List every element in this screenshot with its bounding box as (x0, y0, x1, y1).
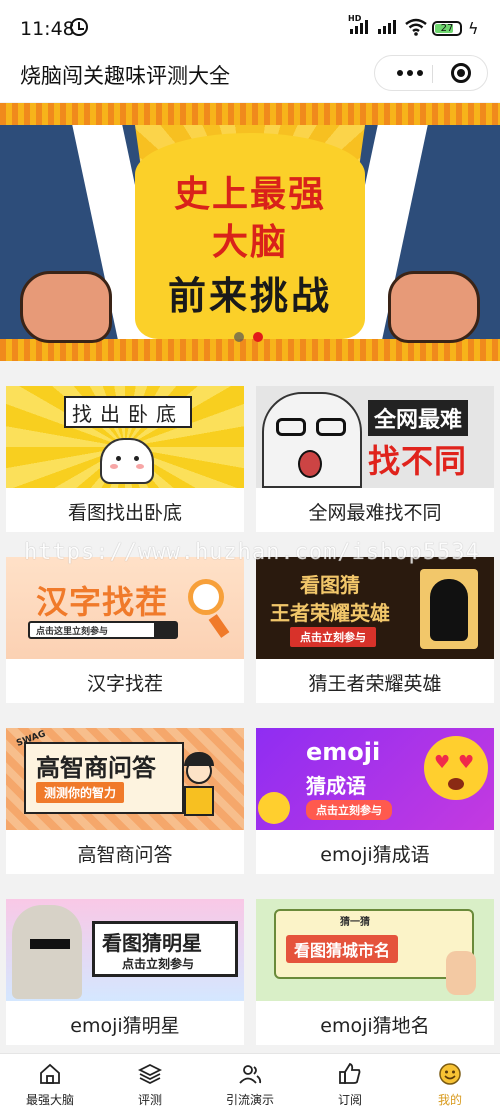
card-image: emoji 猜成语 点击立刻参与 ♥ ♥ (256, 728, 494, 830)
card-image-title-2: 猜成语 (306, 774, 366, 798)
pointing-kid-icon (180, 748, 232, 820)
tab-strongest-brain[interactable]: 最强大脑 (0, 1054, 100, 1111)
users-icon (239, 1065, 262, 1084)
heart-eyes-emoji-icon: ♥ ♥ (424, 736, 488, 800)
thumbs-up-icon (339, 1062, 361, 1084)
quiz-card-emoji-idiom[interactable]: emoji 猜成语 点击立刻参与 ♥ ♥ emoji猜成语 (256, 728, 494, 874)
magnifier-icon (188, 579, 224, 615)
card-image-cta: 点击立刻参与 (290, 627, 376, 647)
tab-label: 订阅 (337, 1093, 362, 1107)
quiz-card-emoji-star[interactable]: 看图猜明星 点击立刻参与 emoji猜明星 (6, 899, 244, 1045)
card-image: 全网最难 找不同 (256, 386, 494, 488)
card-label: 看图找出卧底 (67, 502, 182, 524)
surprised-emoji-icon (258, 792, 290, 824)
watermark: https://www.huzhan.com/ishop5534 (24, 540, 480, 565)
capsule-divider (432, 65, 433, 83)
app-screen: 11:48 HD 27 ϟ 烧脑闯关趣味评测大全 史上最强 大脑 前来挑战 找出… (0, 0, 500, 1111)
tab-label: 引流演示 (225, 1093, 274, 1107)
banner-headline-3: 前来挑战 (167, 274, 332, 318)
quiz-card-honor-of-kings[interactable]: 看图猜 王者荣耀英雄 点击立刻参与 猜王者荣耀英雄 (256, 557, 494, 703)
banner-top-strip (0, 103, 500, 125)
card-image-title-1: emoji (306, 738, 381, 766)
card-image-title-2: 王者荣耀英雄 (270, 601, 390, 625)
nav-bar: 烧脑闯关趣味评测大全 (0, 50, 500, 102)
tab-subscribe[interactable]: 订阅 (300, 1054, 400, 1111)
tab-evaluation[interactable]: 评测 (100, 1054, 200, 1111)
quiz-card-find-spy[interactable]: 找出卧底 看图找出卧底 (6, 386, 244, 532)
magnifier-handle (208, 614, 230, 638)
card-label: 猜王者荣耀英雄 (308, 673, 442, 695)
card-label: 高智商问答 (77, 844, 173, 866)
card-image-top: 猜一猜 (340, 917, 370, 928)
card-image-searchbox: 点击这里立刻参与 (28, 621, 178, 639)
tab-mine[interactable]: 我的 (400, 1054, 500, 1111)
more-options-icon[interactable] (389, 56, 431, 90)
carousel-indicator (234, 332, 263, 342)
card-image-title: 找出卧底 (64, 396, 195, 428)
card-label: 全网最难找不同 (308, 502, 442, 524)
tab-label: 评测 (137, 1093, 162, 1107)
card-image-cta: 点击立刻参与 (306, 800, 392, 820)
card-label: emoji猜地名 (320, 1015, 430, 1037)
wifi-icon (405, 18, 427, 36)
card-image-title: 看图猜城市名 (286, 935, 399, 963)
banner-carousel[interactable]: 史上最强 大脑 前来挑战 (0, 103, 500, 361)
card-image-title-1: 看图猜 (300, 573, 360, 597)
card-image-subtitle: 测测你的智力 (36, 782, 125, 803)
hand-icon (446, 951, 476, 995)
card-image: 高智商问答 测测你的智力 SWAG (6, 728, 244, 830)
status-bar: 11:48 HD 27 ϟ (0, 0, 500, 50)
battery-icon: 27 (432, 21, 462, 36)
banner-headline-2: 大脑 (211, 222, 288, 263)
charging-icon: ϟ (468, 19, 479, 38)
tab-label: 我的 (437, 1093, 462, 1107)
card-image-cta: 点击立刻参与 (122, 957, 195, 971)
card-image-title: 汉字找茬 (36, 583, 169, 621)
smiley-icon (439, 1063, 461, 1085)
tab-bar: 最强大脑 评测 引流演示 订阅 我的 (0, 1053, 500, 1111)
status-time: 11:48 (20, 18, 75, 40)
tab-traffic-demo[interactable]: 引流演示 (200, 1054, 300, 1111)
card-image-title-1: 全网最难 (368, 400, 469, 436)
page-title: 烧脑闯关趣味评测大全 (20, 64, 230, 88)
carousel-dot-2[interactable] (253, 332, 263, 342)
quiz-card-emoji-place[interactable]: 猜一猜 看图猜城市名 emoji猜地名 (256, 899, 494, 1045)
signal-icon (350, 20, 368, 34)
card-label: emoji猜成语 (320, 844, 430, 866)
hero-silhouette-icon (420, 569, 478, 649)
signal-icon-2 (378, 20, 396, 34)
statue-head-icon (12, 905, 82, 999)
card-label: 汉字找茬 (86, 673, 163, 695)
banner-headline-1: 史上最强 (173, 174, 326, 215)
card-image-title-2: 找不同 (368, 442, 468, 480)
quiz-card-iq-quiz[interactable]: 高智商问答 测测你的智力 SWAG 高智商问答 (6, 728, 244, 874)
quiz-card-hanzi-spot[interactable]: 汉字找茬 点击这里立刻参与 汉字找茬 (6, 557, 244, 703)
home-icon (40, 1063, 60, 1084)
card-image-title: 看图猜明星 (102, 931, 202, 955)
ghost-mascot-icon (100, 438, 154, 484)
shouting-man-icon (262, 392, 362, 488)
card-image: 猜一猜 看图猜城市名 (256, 899, 494, 1001)
card-label: emoji猜明星 (70, 1015, 180, 1037)
card-image: 看图猜 王者荣耀英雄 点击立刻参与 (256, 557, 494, 659)
alarm-icon (70, 18, 88, 36)
tab-label: 最强大脑 (25, 1093, 74, 1107)
miniprogram-capsule (374, 55, 488, 91)
card-image: 看图猜明星 点击立刻参与 (6, 899, 244, 1001)
quiz-card-spot-difference[interactable]: 全网最难 找不同 全网最难找不同 (256, 386, 494, 532)
carousel-dot-1[interactable] (234, 332, 244, 342)
layers-icon (138, 1063, 162, 1085)
close-miniprogram-icon[interactable] (451, 63, 471, 83)
card-image: 找出卧底 (6, 386, 244, 488)
card-image-title: 高智商问答 (36, 754, 156, 782)
card-image: 汉字找茬 点击这里立刻参与 (6, 557, 244, 659)
